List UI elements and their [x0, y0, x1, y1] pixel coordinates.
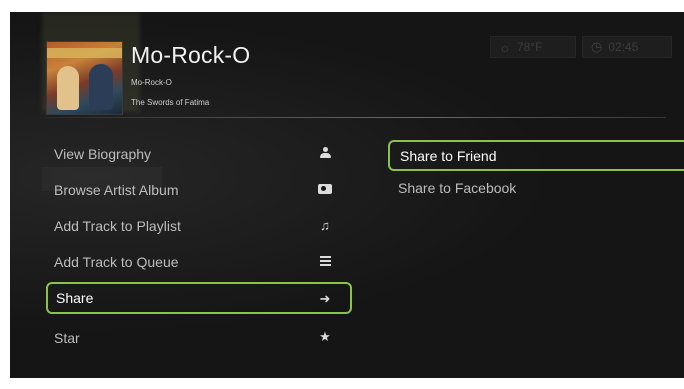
submenu-item-label: Share to Facebook [398, 179, 517, 196]
menu-item-label: Add Track to Playlist [54, 218, 181, 234]
menu-item-label: Browse Artist Album [54, 182, 179, 198]
music-note-icon: ♫ [320, 217, 330, 233]
menu-item-label: Add Track to Queue [54, 254, 179, 270]
arrow-right-icon: ➜ [319, 291, 331, 306]
person-icon [318, 146, 332, 160]
media-player-screen: Mo-Rock-O Mo-Rock-O The Swords of Fatima… [10, 12, 684, 378]
menu-item-star[interactable]: Star ★ [46, 322, 352, 354]
menu-item-add-track-to-playlist[interactable]: Add Track to Playlist ♫ [46, 210, 352, 242]
clock-status: ◷ 02:45 [582, 36, 672, 58]
clock-time: 02:45 [608, 40, 639, 54]
album-name: The Swords of Fatima [131, 98, 210, 107]
weather-temperature: 78°F [516, 40, 543, 54]
menu-item-share[interactable]: Share ➜ [46, 282, 352, 314]
menu-item-label: Share [56, 290, 94, 306]
menu-item-label: View Biography [54, 146, 152, 162]
artist-name: Mo-Rock-O [131, 78, 172, 87]
menu-item-browse-artist-album[interactable]: Browse Artist Album [46, 174, 352, 206]
submenu-item-share-to-facebook[interactable]: Share to Facebook [388, 172, 684, 203]
track-title: Mo-Rock-O [131, 42, 251, 68]
sun-icon: ☼ [499, 39, 511, 55]
album-cover-image [46, 41, 123, 115]
menu-item-add-track-to-queue[interactable]: Add Track to Queue [46, 246, 352, 278]
star-icon: ★ [319, 329, 331, 344]
clock-icon: ◷ [591, 39, 603, 54]
menu-item-label: Star [54, 330, 80, 346]
header-divider [46, 117, 666, 118]
submenu-item-label: Share to Friend [400, 147, 497, 164]
menu-item-view-biography[interactable]: View Biography [46, 138, 352, 170]
queue-icon [318, 254, 332, 268]
submenu-item-share-to-friend[interactable]: Share to Friend [388, 140, 684, 171]
weather-status: ☼ 78°F [490, 36, 576, 58]
now-playing-header: Mo-Rock-O Mo-Rock-O The Swords of Fatima… [10, 12, 684, 122]
album-icon [318, 182, 332, 196]
